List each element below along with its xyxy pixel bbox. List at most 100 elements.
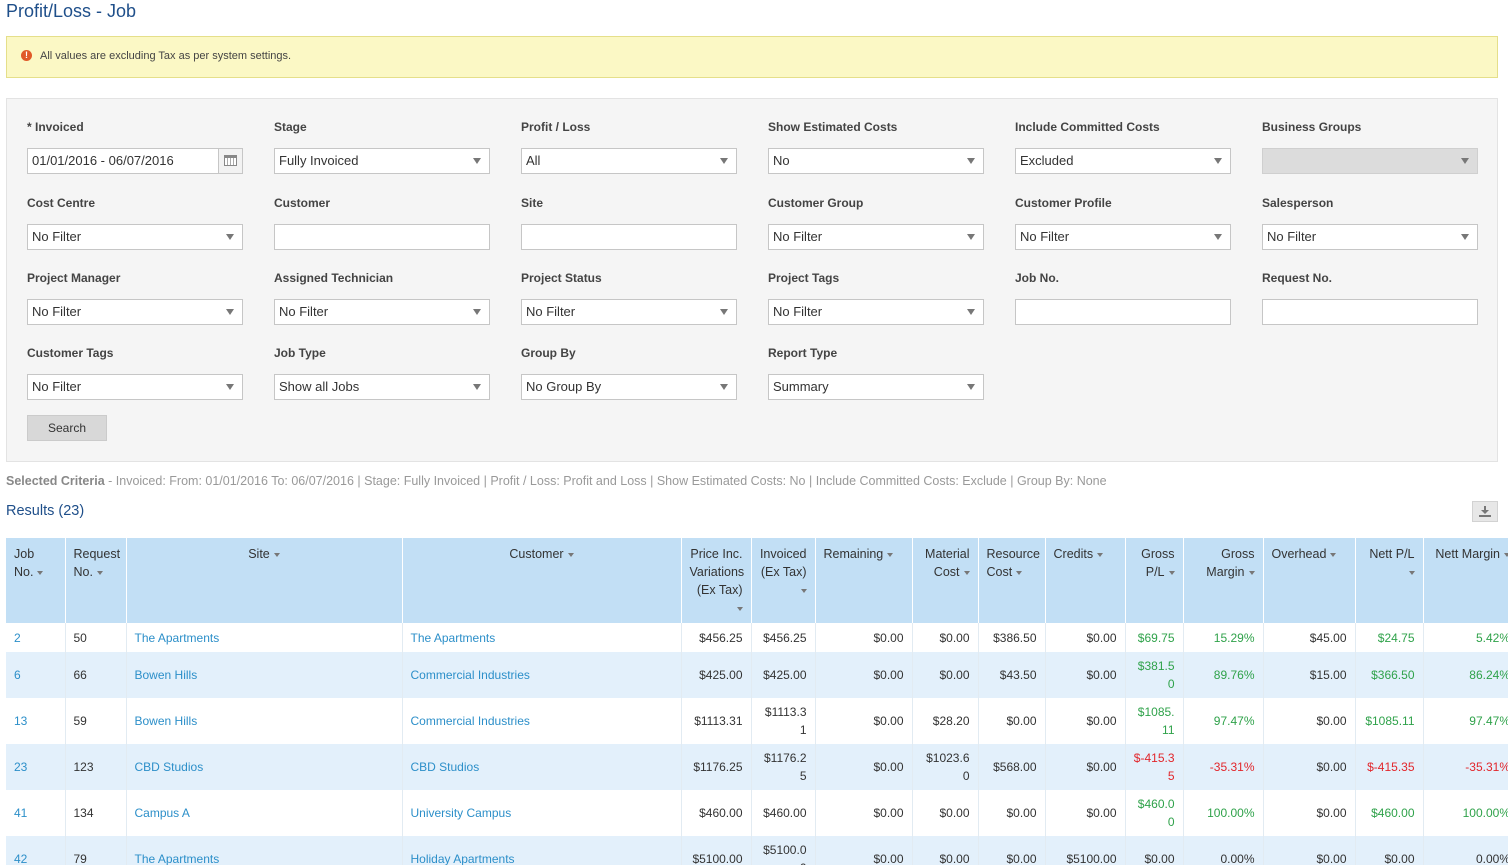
job-type-select[interactable]: Show all Jobs [274, 374, 490, 400]
project-status-value: No Filter [526, 304, 576, 319]
column-header-overhead[interactable]: Overhead [1262, 538, 1355, 623]
resource-cost-cell: $0.00 [977, 698, 1045, 744]
job-no-input[interactable] [1015, 299, 1231, 325]
column-header-nett-margin[interactable]: Nett Margin [1422, 538, 1508, 623]
report-type-select[interactable]: Summary [768, 374, 984, 400]
calendar-icon[interactable] [218, 149, 242, 173]
sort-icon[interactable] [736, 606, 743, 611]
customer-link[interactable]: The Apartments [401, 623, 681, 652]
site-link[interactable]: Bowen Hills [125, 652, 402, 698]
job-no-label: Job No. [1015, 271, 1059, 285]
sort-icon[interactable] [963, 570, 970, 575]
sort-icon[interactable] [1016, 570, 1023, 575]
filter-panel: * Invoiced 01/01/2016 - 06/07/2016 Stage… [6, 98, 1498, 462]
column-header-material-cost[interactable]: Material Cost [911, 538, 978, 623]
table-row[interactable]: 23 123 CBD Studios CBD Studios $1176.25 $1176… [6, 744, 1508, 790]
site-link[interactable]: The Apartments [125, 836, 402, 865]
column-header-nett-pl[interactable]: Nett P/L [1354, 538, 1423, 623]
job-no-link[interactable]: 23 [6, 744, 65, 790]
customer-link[interactable]: Holiday Apartments [401, 836, 681, 865]
show-estimated-costs-select[interactable]: No [768, 148, 984, 174]
sort-icon[interactable] [37, 570, 44, 575]
invoiced-cell: $1176.25 [750, 744, 815, 790]
gross-margin-cell: -35.31% [1182, 744, 1263, 790]
customer-link[interactable]: Commercial Industries [401, 652, 681, 698]
request-no-input[interactable] [1262, 299, 1478, 325]
price-cell: $425.00 [680, 652, 751, 698]
sort-icon[interactable] [1248, 570, 1255, 575]
column-header-customer[interactable]: Customer [401, 538, 681, 623]
remaining-cell: $0.00 [814, 744, 912, 790]
sort-icon[interactable] [1097, 552, 1104, 557]
job-no-link[interactable]: 42 [6, 836, 65, 865]
table-row[interactable]: 13 59 Bowen Hills Commercial Industries $111… [6, 698, 1508, 744]
project-tags-select[interactable]: No Filter [768, 299, 984, 325]
site-link[interactable]: Bowen Hills [125, 698, 402, 744]
site-link[interactable]: Campus A [125, 790, 402, 836]
project-manager-select[interactable]: No Filter [27, 299, 243, 325]
sort-icon[interactable] [1408, 570, 1415, 575]
chevron-down-icon [473, 384, 481, 390]
cost-centre-select[interactable]: No Filter [27, 224, 243, 250]
job-no-link[interactable]: 13 [6, 698, 65, 744]
column-header-invoiced[interactable]: Invoiced (Ex Tax) [750, 538, 815, 623]
gross-margin-cell: 97.47% [1182, 698, 1263, 744]
table-row[interactable]: 42 79 The Apartments Holiday Apartments $510… [6, 836, 1508, 865]
table-header-row: Job No. Request No. Site Customer Price … [6, 538, 1508, 623]
gross-margin-cell: 0.00% [1182, 836, 1263, 865]
include-committed-costs-select[interactable]: Excluded [1015, 148, 1231, 174]
table-row[interactable]: 2 50 The Apartments The Apartments $456.25 $4… [6, 623, 1508, 652]
chevron-down-icon [720, 384, 728, 390]
gross-pl-cell: $381.50 [1124, 652, 1183, 698]
column-header-job-no[interactable]: Job No. [6, 538, 65, 623]
customer-group-label: Customer Group [768, 196, 864, 210]
column-header-resource-cost[interactable]: Resource Cost [977, 538, 1045, 623]
column-header-request-no[interactable]: Request No. [64, 538, 126, 623]
site-link[interactable]: CBD Studios [125, 744, 402, 790]
column-header-price[interactable]: Price Inc. Variations (Ex Tax) [680, 538, 751, 623]
download-icon [1481, 506, 1489, 514]
profit-loss-select[interactable]: All [521, 148, 737, 174]
customer-group-select[interactable]: No Filter [768, 224, 984, 250]
sort-icon[interactable] [800, 588, 807, 593]
sort-icon[interactable] [1168, 570, 1175, 575]
sort-icon[interactable] [1330, 552, 1337, 557]
salesperson-select[interactable]: No Filter [1262, 224, 1478, 250]
table-row[interactable]: 6 66 Bowen Hills Commercial Industries $425.… [6, 652, 1508, 698]
job-no-link[interactable]: 41 [6, 790, 65, 836]
sort-icon[interactable] [1504, 552, 1508, 557]
site-input[interactable] [521, 224, 737, 250]
project-tags-value: No Filter [773, 304, 823, 319]
invoiced-label: * Invoiced [27, 120, 84, 134]
column-header-credits[interactable]: Credits [1044, 538, 1125, 623]
column-header-gross-pl[interactable]: Gross P/L [1124, 538, 1183, 623]
project-status-label: Project Status [521, 271, 602, 285]
search-button[interactable]: Search [27, 415, 107, 441]
job-no-link[interactable]: 6 [6, 652, 65, 698]
group-by-select[interactable]: No Group By [521, 374, 737, 400]
customer-input[interactable] [274, 224, 490, 250]
column-header-gross-margin[interactable]: Gross Margin [1182, 538, 1263, 623]
sort-icon[interactable] [96, 570, 103, 575]
customer-link[interactable]: Commercial Industries [401, 698, 681, 744]
customer-link[interactable]: CBD Studios [401, 744, 681, 790]
assigned-technician-select[interactable]: No Filter [274, 299, 490, 325]
resource-cost-cell: $0.00 [977, 790, 1045, 836]
invoiced-date-range-input[interactable]: 01/01/2016 - 06/07/2016 [27, 148, 243, 174]
column-header-site[interactable]: Site [125, 538, 402, 623]
sort-icon[interactable] [273, 552, 280, 557]
customer-profile-select[interactable]: No Filter [1015, 224, 1231, 250]
sort-icon[interactable] [887, 552, 894, 557]
sort-icon[interactable] [567, 552, 574, 557]
column-header-remaining[interactable]: Remaining [814, 538, 912, 623]
site-label: Site [521, 196, 544, 210]
customer-tags-select[interactable]: No Filter [27, 374, 243, 400]
stage-select[interactable]: Fully Invoiced [274, 148, 490, 174]
download-button[interactable] [1472, 501, 1498, 522]
notice-text: All values are excluding Tax as per syst… [40, 50, 292, 62]
site-link[interactable]: The Apartments [125, 623, 402, 652]
table-row[interactable]: 41 134 Campus A University Campus $460.00 $46… [6, 790, 1508, 836]
project-status-select[interactable]: No Filter [521, 299, 737, 325]
customer-link[interactable]: University Campus [401, 790, 681, 836]
job-no-link[interactable]: 2 [6, 623, 65, 652]
